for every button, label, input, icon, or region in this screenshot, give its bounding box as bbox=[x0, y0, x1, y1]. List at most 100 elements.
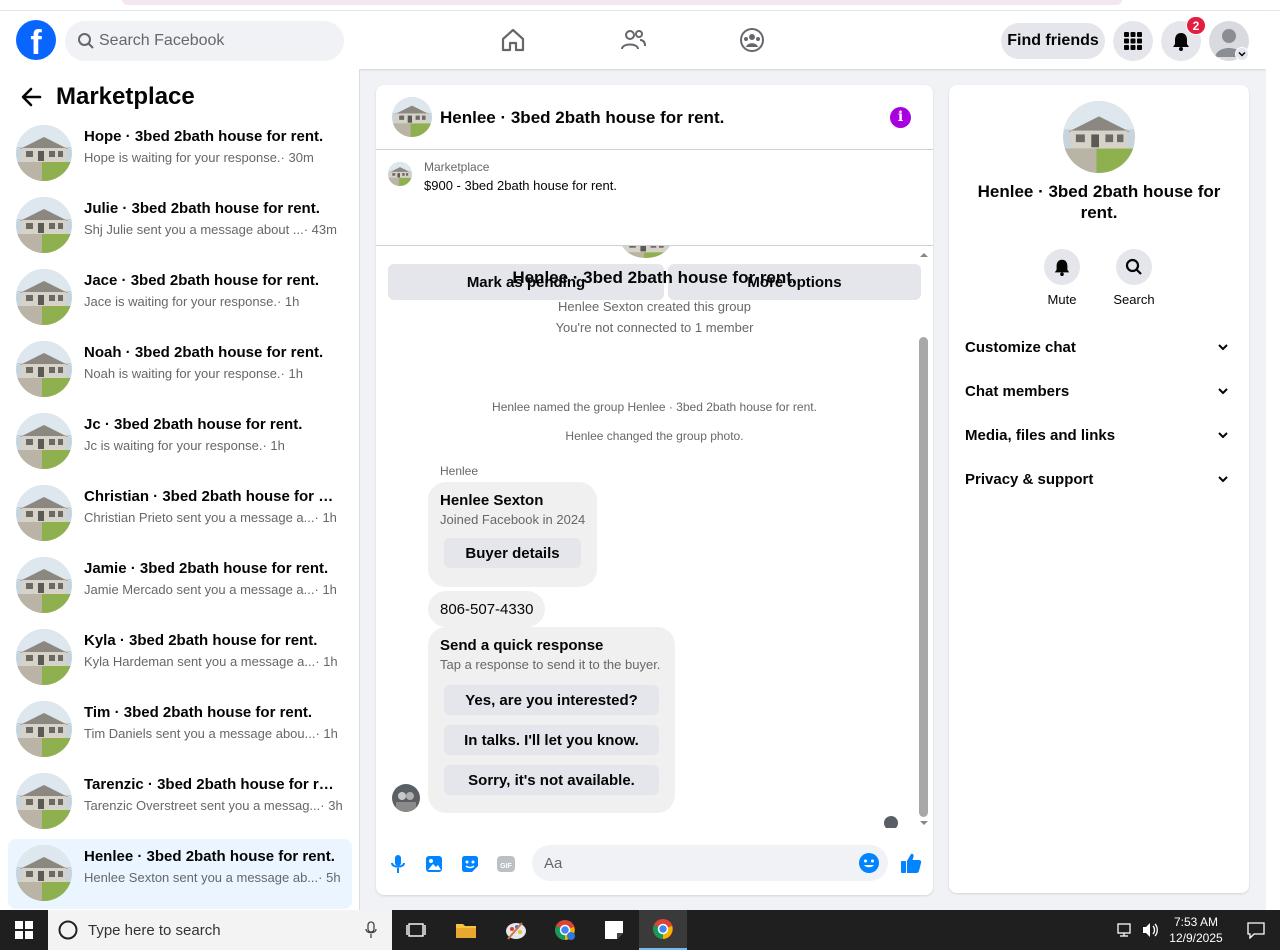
scroll-up-icon[interactable] bbox=[917, 250, 931, 260]
details-section-label: Media, files and links bbox=[965, 427, 1116, 444]
volume-icon[interactable] bbox=[1138, 910, 1164, 950]
quick-response-not-available-button[interactable]: Sorry, it's not available. bbox=[444, 765, 659, 795]
conversation-name: Hope · 3bed 2bath house for rent. bbox=[84, 128, 324, 145]
mute-button[interactable]: Mute bbox=[1032, 249, 1092, 307]
page-scrollbar[interactable] bbox=[1266, 11, 1280, 910]
details-section-privacy-support[interactable]: Privacy & support bbox=[957, 459, 1241, 499]
network-icon[interactable] bbox=[1112, 910, 1140, 950]
taskbar-search[interactable] bbox=[48, 910, 392, 950]
listing-price-title[interactable]: $900 - 3bed 2bath house for rent. bbox=[424, 178, 617, 193]
sender-avatar[interactable] bbox=[392, 784, 420, 812]
facebook-logo-icon[interactable]: f bbox=[16, 20, 56, 60]
chat-scrollbar-thumb[interactable] bbox=[919, 337, 928, 817]
phone-number: 806-507-4330 bbox=[440, 601, 534, 618]
conversation-item[interactable]: Tarenzic · 3bed 2bath house for re... Tar… bbox=[8, 767, 352, 837]
friends-icon[interactable] bbox=[618, 25, 648, 55]
info-icon[interactable]: i bbox=[890, 107, 911, 128]
search-in-chat-button[interactable]: Search bbox=[1104, 249, 1164, 307]
details-section-chat-members[interactable]: Chat members bbox=[957, 371, 1241, 411]
chat-avatar[interactable] bbox=[392, 97, 432, 137]
chat-title[interactable]: Henlee · 3bed 2bath house for rent. bbox=[440, 108, 724, 128]
message-input-box[interactable] bbox=[532, 845, 888, 881]
conversation-snippet: Hope is waiting for your response. bbox=[84, 150, 281, 165]
chat-header: Henlee · 3bed 2bath house for rent. i bbox=[376, 85, 933, 150]
photo-icon[interactable] bbox=[424, 854, 444, 874]
conversation-item[interactable]: Jamie · 3bed 2bath house for rent. Jamie … bbox=[8, 551, 352, 621]
profile-card-bubble: Henlee Sexton Joined Facebook in 2024 Bu… bbox=[428, 482, 597, 587]
sticky-notes-icon[interactable] bbox=[590, 910, 638, 950]
grid-icon bbox=[1124, 32, 1142, 50]
windows-start-icon[interactable] bbox=[0, 910, 48, 950]
taskbar-time: 7:53 AM bbox=[1173, 915, 1219, 929]
conversation-item[interactable]: Kyla · 3bed 2bath house for rent. Kyla Ha… bbox=[8, 623, 352, 693]
conversation-item[interactable]: Hope · 3bed 2bath house for rent. Hope is… bbox=[8, 119, 352, 189]
notification-center-icon[interactable] bbox=[1232, 910, 1280, 950]
search-box[interactable] bbox=[65, 21, 344, 61]
phone-bubble[interactable]: 806-507-4330 bbox=[428, 591, 545, 627]
gif-icon[interactable]: GIF bbox=[496, 854, 516, 874]
conversation-item[interactable]: Christian · 3bed 2bath house for re... Ch… bbox=[8, 479, 352, 549]
sidebar-title: Marketplace bbox=[56, 83, 195, 110]
conversation-item[interactable]: Jace · 3bed 2bath house for rent. Jace is… bbox=[8, 263, 352, 333]
search-icon bbox=[77, 32, 95, 55]
taskbar-clock[interactable]: 7:53 AM 12/9/2025 bbox=[1166, 914, 1226, 946]
conversation-item[interactable]: Jc · 3bed 2bath house for rent. Jc is wai… bbox=[8, 407, 352, 477]
chrome-icon[interactable] bbox=[639, 910, 687, 950]
emoji-icon[interactable] bbox=[858, 852, 880, 874]
quick-response-title: Send a quick response bbox=[440, 637, 604, 654]
message-composer: GIF bbox=[376, 828, 933, 895]
taskbar-search-input[interactable] bbox=[88, 910, 348, 950]
conversation-time: · 5h bbox=[318, 870, 341, 885]
find-friends-button[interactable]: Find friends bbox=[1001, 23, 1105, 59]
microphone-icon[interactable] bbox=[388, 854, 408, 874]
conversation-name: Tarenzic · 3bed 2bath house for re... bbox=[84, 776, 338, 793]
like-thumbs-up-icon[interactable] bbox=[898, 850, 924, 876]
conversation-preview: Christian Prieto sent you a message a...… bbox=[84, 510, 344, 525]
file-explorer-icon[interactable] bbox=[442, 910, 490, 950]
conversation-item[interactable]: Henlee · 3bed 2bath house for rent. Henle… bbox=[8, 839, 352, 909]
groups-icon[interactable] bbox=[737, 25, 767, 55]
conversation-thumbnail bbox=[16, 413, 72, 469]
conversation-thumbnail bbox=[16, 701, 72, 757]
chevron-down-icon[interactable] bbox=[1235, 47, 1249, 61]
listing-category: Marketplace bbox=[424, 160, 490, 174]
chevron-down-icon bbox=[1218, 344, 1228, 351]
conversation-item[interactable]: Noah · 3bed 2bath house for rent. Noah is… bbox=[8, 335, 352, 405]
conversation-time: · 43m bbox=[303, 222, 337, 237]
chrome-profile-icon[interactable] bbox=[541, 910, 589, 950]
conversation-snippet: Shj Julie sent you a message about ... bbox=[84, 222, 304, 237]
scroll-down-icon[interactable] bbox=[917, 818, 931, 828]
conversation-item[interactable]: Tim · 3bed 2bath house for rent. Tim Dani… bbox=[8, 695, 352, 765]
conversation-item[interactable]: Julie · 3bed 2bath house for rent. Shj Ju… bbox=[8, 191, 352, 261]
windows-taskbar: 7:53 AM 12/9/2025 bbox=[0, 910, 1280, 950]
details-section-label: Privacy & support bbox=[965, 471, 1094, 488]
buyer-details-button[interactable]: Buyer details bbox=[444, 538, 581, 568]
back-arrow-icon[interactable] bbox=[20, 86, 42, 113]
conversation-snippet: Noah is waiting for your response. bbox=[84, 366, 281, 381]
quick-response-yes-button[interactable]: Yes, are you interested? bbox=[444, 685, 659, 715]
conversation-thumbnail bbox=[16, 341, 72, 397]
details-section-customize-chat[interactable]: Customize chat bbox=[957, 327, 1241, 367]
conversation-preview: Tim Daniels sent you a message abou... ·… bbox=[84, 726, 344, 741]
sticker-icon[interactable] bbox=[460, 854, 480, 874]
chevron-down-icon bbox=[1218, 432, 1228, 439]
conversation-name: Tim · 3bed 2bath house for rent. bbox=[84, 704, 313, 721]
message-input[interactable] bbox=[544, 845, 844, 881]
paint-app-icon[interactable] bbox=[492, 910, 540, 950]
details-section-media-files-and-links[interactable]: Media, files and links bbox=[957, 415, 1241, 455]
home-icon[interactable] bbox=[498, 25, 528, 55]
menu-grid-button[interactable] bbox=[1113, 21, 1153, 61]
microphone-icon[interactable] bbox=[364, 921, 378, 939]
group-photo bbox=[620, 246, 672, 258]
quick-response-in-talks-button[interactable]: In talks. I'll let you know. bbox=[444, 725, 659, 755]
conversation-name: Kyla · 3bed 2bath house for rent. bbox=[84, 632, 318, 649]
conversation-name: Henlee · 3bed 2bath house for rent. bbox=[84, 848, 335, 865]
listing-thumbnail[interactable] bbox=[388, 162, 412, 186]
group-named-note: Henlee named the group Henlee · 3bed 2ba… bbox=[492, 400, 817, 414]
task-view-icon[interactable] bbox=[392, 910, 440, 950]
details-avatar[interactable] bbox=[1063, 101, 1135, 173]
conversation-name: Noah · 3bed 2bath house for rent. bbox=[84, 344, 324, 361]
conversation-preview: Henlee Sexton sent you a message ab... ·… bbox=[84, 870, 344, 885]
search-input[interactable] bbox=[99, 21, 329, 61]
conversation-thumbnail bbox=[16, 845, 72, 901]
